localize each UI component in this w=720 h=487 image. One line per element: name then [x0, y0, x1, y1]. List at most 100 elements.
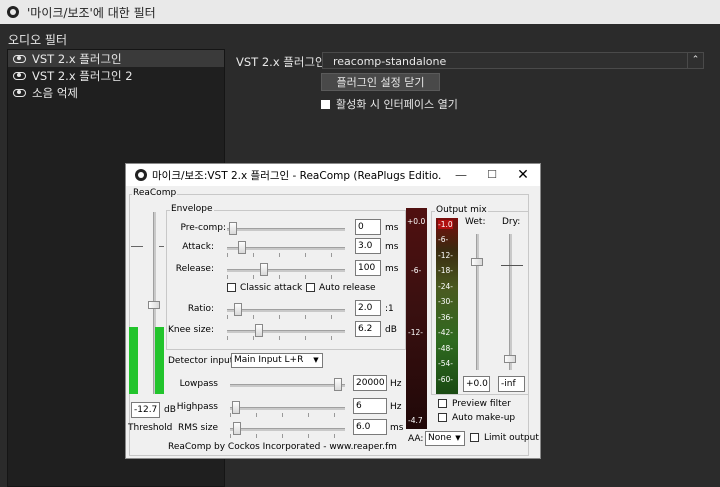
lowpass-label: Lowpass	[179, 379, 218, 389]
close-plugin-settings-button[interactable]: 플러그인 설정 닫기	[321, 73, 440, 91]
wet-label: Wet:	[465, 217, 486, 227]
output-meter-label: -18-	[438, 266, 453, 276]
knee-slider-track[interactable]	[227, 330, 345, 333]
filter-item-vst[interactable]: VST 2.x 플러그인	[8, 50, 224, 67]
release-unit: ms	[385, 264, 399, 274]
auto-makeup-checkbox[interactable]	[438, 413, 447, 422]
dry-slider-track[interactable]	[509, 234, 512, 370]
filter-item-noise-suppression[interactable]: 소음 억제	[8, 84, 224, 101]
attack-label: Attack:	[182, 242, 214, 252]
open-interface-checkbox[interactable]	[321, 99, 330, 109]
obs-logo-icon	[135, 169, 147, 181]
minimize-button[interactable]: —	[446, 164, 476, 186]
aa-value: None	[428, 433, 452, 443]
output-mix-label: Output mix	[435, 205, 488, 215]
open-interface-label: 활성화 시 인터페이스 열기	[336, 98, 458, 111]
knee-value-field[interactable]: 6.2	[355, 321, 381, 337]
filter-item-label: VST 2.x 플러그인	[32, 51, 122, 66]
plugin-footer: ReaComp by Cockos Incorporated - www.rea…	[168, 442, 397, 452]
audio-filters-label: 오디오 필터	[8, 33, 68, 47]
output-meter: -1.0 -6- -12- -18- -24- -30- -36- -42- -48- -54- -…	[436, 218, 458, 394]
classic-attack-label: Classic attack	[240, 283, 303, 293]
preview-filter-checkbox[interactable]	[438, 399, 447, 408]
threshold-tick	[131, 246, 143, 247]
rms-slider-thumb[interactable]	[233, 422, 242, 435]
lowpass-slider-track[interactable]	[230, 384, 345, 387]
ratio-slider-ticks	[227, 315, 345, 319]
rms-value-field[interactable]: 6.0	[353, 419, 387, 435]
filter-item-vst-2[interactable]: VST 2.x 플러그인 2	[8, 67, 224, 84]
highpass-slider-ticks	[230, 413, 345, 417]
obs-logo-icon	[7, 6, 19, 18]
aa-label: AA:	[408, 434, 424, 444]
attack-slider-thumb[interactable]	[238, 241, 246, 254]
meter-label: -6-	[411, 266, 422, 275]
output-meter-label: -30-	[438, 297, 453, 307]
window-title: '마이크/보조'에 대한 필터	[27, 5, 156, 20]
dry-slider-thumb[interactable]	[504, 355, 516, 363]
limit-output-label: Limit output	[484, 433, 539, 443]
output-meter-label: -24-	[438, 281, 453, 291]
dry-zero-tick	[501, 265, 523, 266]
knee-unit: dB	[385, 325, 397, 335]
chevron-updown-icon[interactable]: ⌃	[687, 52, 703, 69]
chevron-down-icon[interactable]: ▼	[310, 354, 322, 367]
detector-input-select[interactable]: Main Input L+R ▼	[231, 353, 323, 368]
release-slider-track[interactable]	[227, 269, 345, 272]
output-meter-label: -54-	[438, 359, 453, 369]
highpass-label: Highpass	[176, 402, 218, 412]
auto-release-checkbox[interactable]	[306, 283, 315, 292]
aa-select[interactable]: None ▼	[425, 431, 465, 446]
release-value-field[interactable]: 100	[355, 260, 381, 276]
detector-input-value: Main Input L+R	[234, 355, 304, 365]
wet-slider-track[interactable]	[476, 234, 479, 370]
wet-slider-thumb[interactable]	[471, 258, 483, 266]
gain-reduction-meter: +0.0 -6- -12- -4.7	[406, 208, 427, 429]
ratio-slider-thumb[interactable]	[233, 303, 242, 316]
classic-attack-checkbox[interactable]	[227, 283, 236, 292]
dry-value-field[interactable]: -inf	[498, 376, 525, 392]
close-button[interactable]: ✕	[508, 164, 538, 186]
attack-value-field[interactable]: 3.0	[355, 238, 381, 254]
ratio-value-field[interactable]: 2.0	[355, 300, 381, 316]
output-meter-label: -42-	[438, 328, 453, 338]
lowpass-unit: Hz	[390, 379, 402, 389]
rms-slider-track[interactable]	[230, 428, 345, 431]
output-meter-label: -1.0	[438, 220, 453, 229]
attack-unit: ms	[385, 242, 399, 252]
knee-slider-thumb[interactable]	[254, 324, 263, 337]
output-meter-label: -48-	[438, 343, 453, 353]
plugin-window-title: 마이크/보조:VST 2.x 플러그인 - ReaComp (ReaPlugs …	[152, 169, 442, 182]
output-meter-label: -36-	[438, 312, 453, 322]
highpass-value-field[interactable]: 6	[353, 398, 387, 414]
output-meter-label: -60-	[438, 374, 453, 384]
plugin-select[interactable]: reacomp-standalone ⌃	[322, 52, 704, 69]
preview-filter-label: Preview filter	[452, 399, 511, 409]
filter-item-label: 소음 억제	[32, 85, 78, 100]
window-title-bar: '마이크/보조'에 대한 필터	[0, 0, 720, 24]
release-slider-thumb[interactable]	[260, 263, 268, 276]
precomp-slider-track[interactable]	[227, 228, 345, 231]
visibility-eye-icon[interactable]	[13, 88, 26, 97]
release-label: Release:	[175, 264, 214, 274]
dry-label: Dry:	[502, 217, 521, 227]
precomp-value-field[interactable]: 0	[355, 219, 381, 235]
detector-input-label: Detector input:	[168, 356, 237, 366]
wet-value-field[interactable]: +0.0	[463, 376, 490, 392]
visibility-eye-icon[interactable]	[13, 54, 26, 63]
precomp-unit: ms	[385, 223, 399, 233]
threshold-meter-left	[129, 327, 138, 394]
lowpass-value-field[interactable]: 20000	[353, 375, 387, 391]
precomp-slider-thumb[interactable]	[229, 222, 238, 235]
open-interface-checkbox-row[interactable]: 활성화 시 인터페이스 열기	[321, 96, 458, 112]
auto-makeup-label: Auto make-up	[452, 413, 516, 423]
highpass-slider-thumb[interactable]	[232, 401, 241, 414]
maximize-button[interactable]: ☐	[477, 164, 507, 186]
lowpass-slider-thumb[interactable]	[333, 378, 342, 391]
ratio-slider-track[interactable]	[227, 309, 345, 312]
highpass-slider-track[interactable]	[230, 407, 345, 410]
limit-output-checkbox[interactable]	[470, 433, 479, 442]
meter-label: -4.7	[408, 416, 423, 425]
chevron-down-icon[interactable]: ▼	[452, 432, 464, 445]
visibility-eye-icon[interactable]	[13, 71, 26, 80]
